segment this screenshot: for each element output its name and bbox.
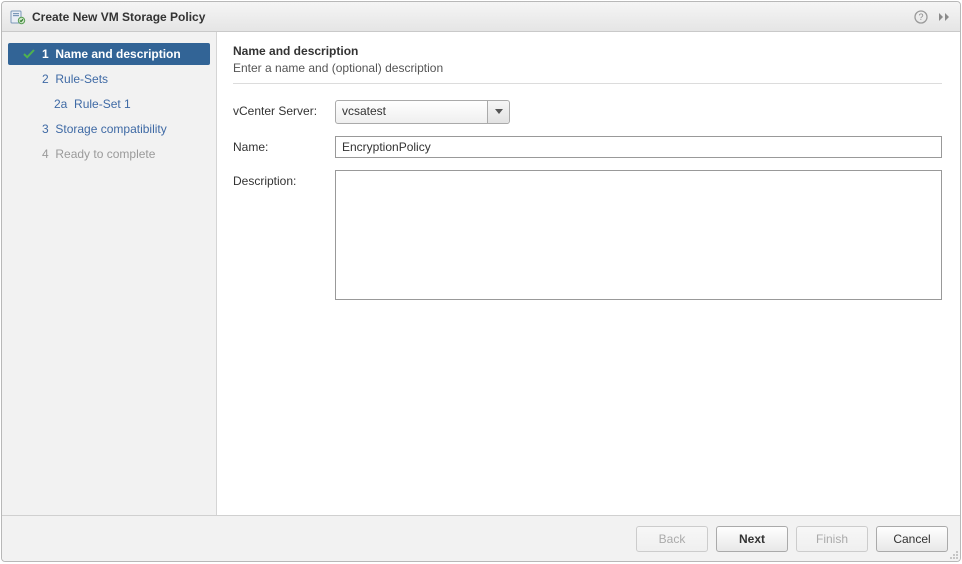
- name-row: Name:: [233, 136, 942, 158]
- create-storage-policy-dialog: Create New VM Storage Policy ?: [1, 1, 961, 562]
- step-label: Ready to complete: [55, 147, 155, 161]
- step-label: Storage compatibility: [55, 122, 166, 136]
- checkmark-icon: [22, 47, 36, 61]
- step-spacer: [22, 122, 36, 136]
- step-rule-sets[interactable]: 2 Rule-Sets: [8, 68, 210, 90]
- expand-icon[interactable]: [936, 8, 954, 26]
- vcenter-value: vcsatest: [336, 101, 487, 123]
- resize-grip-icon[interactable]: [947, 548, 959, 560]
- cancel-button[interactable]: Cancel: [876, 526, 948, 552]
- step-storage-compatibility[interactable]: 3 Storage compatibility: [8, 118, 210, 140]
- step-label: Rule-Sets: [55, 72, 108, 86]
- divider: [233, 83, 942, 84]
- name-input[interactable]: [335, 136, 942, 158]
- step-label: Rule-Set 1: [74, 97, 131, 111]
- step-name-and-description[interactable]: 1 Name and description: [8, 43, 210, 65]
- wizard-sidebar: 1 Name and description 2 Rule-Sets 2a Ru…: [2, 32, 217, 515]
- description-row: Description:: [233, 170, 942, 300]
- next-button[interactable]: Next: [716, 526, 788, 552]
- main-panel: Name and description Enter a name and (o…: [217, 32, 960, 515]
- step-num: 4: [42, 147, 49, 161]
- vcenter-label: vCenter Server:: [233, 100, 335, 118]
- policy-icon: [10, 9, 26, 25]
- chevron-down-icon[interactable]: [487, 101, 509, 123]
- svg-text:?: ?: [918, 12, 923, 22]
- name-label: Name:: [233, 136, 335, 154]
- description-textarea[interactable]: [335, 170, 942, 300]
- step-num: 2a: [54, 97, 67, 111]
- back-button: Back: [636, 526, 708, 552]
- step-rule-set-1[interactable]: 2a Rule-Set 1: [8, 93, 210, 115]
- step-spacer: [22, 147, 36, 161]
- help-icon[interactable]: ?: [912, 8, 930, 26]
- dialog-footer: Back Next Finish Cancel: [2, 515, 960, 561]
- page-subtitle: Enter a name and (optional) description: [233, 61, 942, 75]
- window-controls: ?: [912, 8, 954, 26]
- step-num: 1: [42, 47, 49, 61]
- titlebar: Create New VM Storage Policy ?: [2, 2, 960, 32]
- dialog-body: 1 Name and description 2 Rule-Sets 2a Ru…: [2, 32, 960, 515]
- vcenter-combo[interactable]: vcsatest: [335, 100, 510, 124]
- page-title: Name and description: [233, 44, 942, 58]
- description-label: Description:: [233, 170, 335, 188]
- step-num: 2: [42, 72, 49, 86]
- window-title: Create New VM Storage Policy: [32, 10, 912, 24]
- step-spacer: [22, 72, 36, 86]
- step-num: 3: [42, 122, 49, 136]
- finish-button: Finish: [796, 526, 868, 552]
- step-ready-to-complete: 4 Ready to complete: [8, 143, 210, 165]
- vcenter-row: vCenter Server: vcsatest: [233, 100, 942, 124]
- step-label: Name and description: [55, 47, 180, 61]
